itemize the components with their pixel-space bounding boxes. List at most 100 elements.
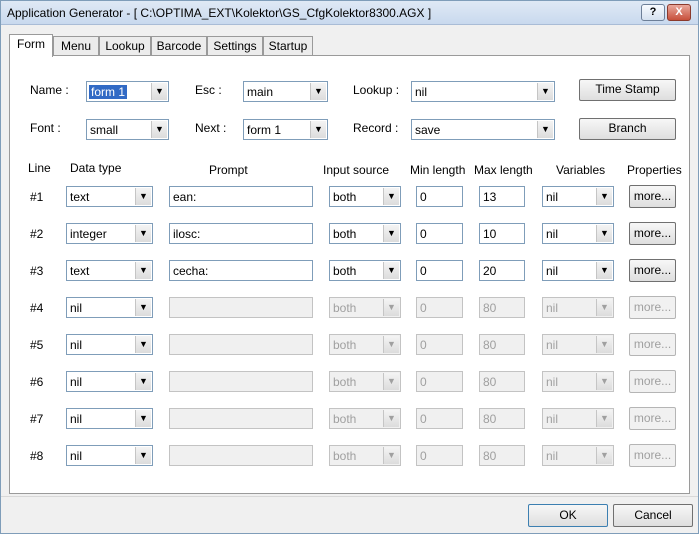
data-type-select[interactable]: integer ▼ — [66, 223, 153, 244]
chevron-down-icon[interactable]: ▼ — [135, 410, 151, 427]
data-type-select[interactable]: nil ▼ — [66, 297, 153, 318]
tab-lookup[interactable]: Lookup — [99, 36, 151, 56]
max-length-input[interactable]: 80 — [479, 371, 525, 392]
chevron-down-icon[interactable]: ▼ — [596, 447, 612, 464]
tab-barcode[interactable]: Barcode — [151, 36, 207, 56]
tab-menu[interactable]: Menu — [53, 36, 99, 56]
max-length-input[interactable]: 13 — [479, 186, 525, 207]
prompt-input[interactable] — [169, 297, 313, 318]
cancel-button[interactable]: Cancel — [613, 504, 693, 527]
min-length-input[interactable]: 0 — [416, 223, 463, 244]
prompt-input[interactable] — [169, 371, 313, 392]
max-length-input[interactable]: 20 — [479, 260, 525, 281]
input-source-select[interactable]: both ▼ — [329, 334, 401, 355]
chevron-down-icon[interactable]: ▼ — [596, 262, 612, 279]
chevron-down-icon[interactable]: ▼ — [383, 447, 399, 464]
chevron-down-icon[interactable]: ▼ — [596, 225, 612, 242]
name-select[interactable]: form 1 ▼ — [86, 81, 169, 102]
more-properties-button[interactable]: more... — [629, 333, 676, 356]
more-properties-button[interactable]: more... — [629, 185, 676, 208]
variables-select[interactable]: nil ▼ — [542, 445, 614, 466]
min-length-input[interactable]: 0 — [416, 186, 463, 207]
min-length-input[interactable]: 0 — [416, 445, 463, 466]
variables-select[interactable]: nil ▼ — [542, 186, 614, 207]
variables-select[interactable]: nil ▼ — [542, 223, 614, 244]
chevron-down-icon[interactable]: ▼ — [151, 83, 167, 100]
chevron-down-icon[interactable]: ▼ — [135, 299, 151, 316]
min-length-input[interactable]: 0 — [416, 371, 463, 392]
input-source-select[interactable]: both ▼ — [329, 408, 401, 429]
input-source-select[interactable]: both ▼ — [329, 186, 401, 207]
input-source-select[interactable]: both ▼ — [329, 445, 401, 466]
chevron-down-icon[interactable]: ▼ — [135, 447, 151, 464]
chevron-down-icon[interactable]: ▼ — [310, 121, 326, 138]
chevron-down-icon[interactable]: ▼ — [135, 188, 151, 205]
data-type-select[interactable]: text ▼ — [66, 260, 153, 281]
variables-select[interactable]: nil ▼ — [542, 260, 614, 281]
data-type-select[interactable]: text ▼ — [66, 186, 153, 207]
max-length-input[interactable]: 80 — [479, 334, 525, 355]
chevron-down-icon[interactable]: ▼ — [135, 336, 151, 353]
chevron-down-icon[interactable]: ▼ — [596, 373, 612, 390]
more-properties-button[interactable]: more... — [629, 407, 676, 430]
chevron-down-icon[interactable]: ▼ — [383, 373, 399, 390]
input-source-select[interactable]: both ▼ — [329, 260, 401, 281]
prompt-input[interactable] — [169, 408, 313, 429]
esc-select[interactable]: main ▼ — [243, 81, 328, 102]
chevron-down-icon[interactable]: ▼ — [310, 83, 326, 100]
chevron-down-icon[interactable]: ▼ — [151, 121, 167, 138]
close-button[interactable]: X — [667, 4, 691, 21]
more-properties-button[interactable]: more... — [629, 296, 676, 319]
more-properties-button[interactable]: more... — [629, 222, 676, 245]
title-bar[interactable]: Application Generator - [ C:\OPTIMA_EXT\… — [1, 1, 698, 25]
data-type-select[interactable]: nil ▼ — [66, 445, 153, 466]
data-type-select[interactable]: nil ▼ — [66, 334, 153, 355]
more-properties-button[interactable]: more... — [629, 259, 676, 282]
chevron-down-icon[interactable]: ▼ — [383, 225, 399, 242]
chevron-down-icon[interactable]: ▼ — [383, 262, 399, 279]
tab-startup[interactable]: Startup — [263, 36, 313, 56]
chevron-down-icon[interactable]: ▼ — [135, 373, 151, 390]
chevron-down-icon[interactable]: ▼ — [383, 188, 399, 205]
prompt-input[interactable] — [169, 334, 313, 355]
prompt-input[interactable] — [169, 445, 313, 466]
prompt-input[interactable]: ean: — [169, 186, 313, 207]
more-properties-button[interactable]: more... — [629, 370, 676, 393]
record-select[interactable]: save ▼ — [411, 119, 555, 140]
min-length-input[interactable]: 0 — [416, 334, 463, 355]
max-length-input[interactable]: 80 — [479, 408, 525, 429]
max-length-input[interactable]: 10 — [479, 223, 525, 244]
chevron-down-icon[interactable]: ▼ — [596, 336, 612, 353]
chevron-down-icon[interactable]: ▼ — [135, 225, 151, 242]
min-length-input[interactable]: 0 — [416, 408, 463, 429]
help-button[interactable]: ? — [641, 4, 665, 21]
prompt-input[interactable]: cecha: — [169, 260, 313, 281]
variables-select[interactable]: nil ▼ — [542, 297, 614, 318]
chevron-down-icon[interactable]: ▼ — [596, 188, 612, 205]
ok-button[interactable]: OK — [528, 504, 608, 527]
input-source-select[interactable]: both ▼ — [329, 223, 401, 244]
chevron-down-icon[interactable]: ▼ — [537, 121, 553, 138]
tab-settings[interactable]: Settings — [207, 36, 263, 56]
variables-select[interactable]: nil ▼ — [542, 371, 614, 392]
next-select[interactable]: form 1 ▼ — [243, 119, 328, 140]
chevron-down-icon[interactable]: ▼ — [596, 299, 612, 316]
chevron-down-icon[interactable]: ▼ — [383, 410, 399, 427]
time-stamp-button[interactable]: Time Stamp — [579, 79, 676, 101]
input-source-select[interactable]: both ▼ — [329, 297, 401, 318]
chevron-down-icon[interactable]: ▼ — [383, 299, 399, 316]
max-length-input[interactable]: 80 — [479, 445, 525, 466]
prompt-input[interactable]: ilosc: — [169, 223, 313, 244]
lookup-select[interactable]: nil ▼ — [411, 81, 555, 102]
input-source-select[interactable]: both ▼ — [329, 371, 401, 392]
data-type-select[interactable]: nil ▼ — [66, 408, 153, 429]
more-properties-button[interactable]: more... — [629, 444, 676, 467]
font-select[interactable]: small ▼ — [86, 119, 169, 140]
data-type-select[interactable]: nil ▼ — [66, 371, 153, 392]
tab-form[interactable]: Form — [9, 34, 53, 57]
variables-select[interactable]: nil ▼ — [542, 408, 614, 429]
min-length-input[interactable]: 0 — [416, 260, 463, 281]
min-length-input[interactable]: 0 — [416, 297, 463, 318]
chevron-down-icon[interactable]: ▼ — [537, 83, 553, 100]
branch-button[interactable]: Branch — [579, 118, 676, 140]
